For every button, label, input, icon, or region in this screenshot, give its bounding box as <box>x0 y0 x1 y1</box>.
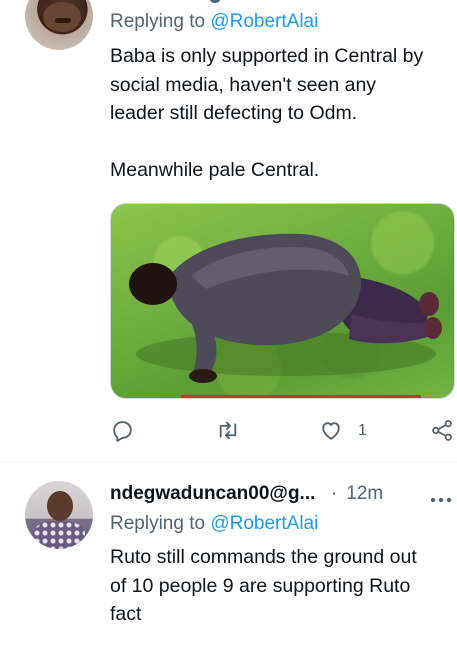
tweet2-text-line: fact <box>110 603 142 625</box>
replying-prefix: Replying to <box>110 11 211 32</box>
share-button[interactable] <box>429 418 455 443</box>
tweet1-media-image[interactable] <box>110 203 455 399</box>
tweet1-top-cutoff <box>110 0 450 4</box>
tweet-divider <box>0 462 457 463</box>
like-button[interactable]: 1 <box>318 418 367 443</box>
time-separator: · <box>330 483 338 504</box>
author-name[interactable]: ndegwaduncan00@g... <box>110 483 315 504</box>
replying-prefix: Replying to <box>110 513 211 534</box>
tweet1-avatar[interactable] <box>25 0 93 50</box>
tweet1-text: Baba is only supported in Central by soc… <box>110 42 455 185</box>
tweet2-text-line: of 10 people 9 are supporting Ruto <box>110 574 411 597</box>
tweet2-text-line: Ruto still commands the ground out <box>110 546 417 568</box>
tweet1-text-line: leader still defecting to Odm. <box>110 102 358 124</box>
retweet-button[interactable] <box>215 418 241 443</box>
heart-icon <box>318 418 344 443</box>
more-options-button[interactable] <box>430 491 452 509</box>
more-icon <box>430 491 452 508</box>
comment-icon <box>110 418 135 443</box>
tweet-time[interactable]: 12m <box>346 483 383 504</box>
tweet1-text-line: Meanwhile pale Central. <box>110 159 320 181</box>
share-icon <box>429 418 455 443</box>
like-count: 1 <box>358 421 367 439</box>
tweet2-header: ndegwaduncan00@g... · 12m <box>110 483 450 507</box>
person-illustration <box>129 233 442 383</box>
reply-button[interactable] <box>110 418 135 443</box>
tweet1-text-line: Baba is only supported in Central by <box>110 45 424 67</box>
replying-handle-link[interactable]: @RobertAlai <box>210 513 318 534</box>
tweet1-replying-to: Replying to @RobertAlai <box>110 11 318 33</box>
tweet1-text-line: social media, haven't seen any <box>110 73 377 96</box>
tweet2-avatar[interactable] <box>25 481 93 549</box>
retweet-icon <box>215 418 241 443</box>
tweet2-text: Ruto still commands the ground out of 10… <box>110 543 455 629</box>
tweet2-replying-to: Replying to @RobertAlai <box>110 513 318 535</box>
replying-handle-link[interactable]: @RobertAlai <box>210 11 318 32</box>
